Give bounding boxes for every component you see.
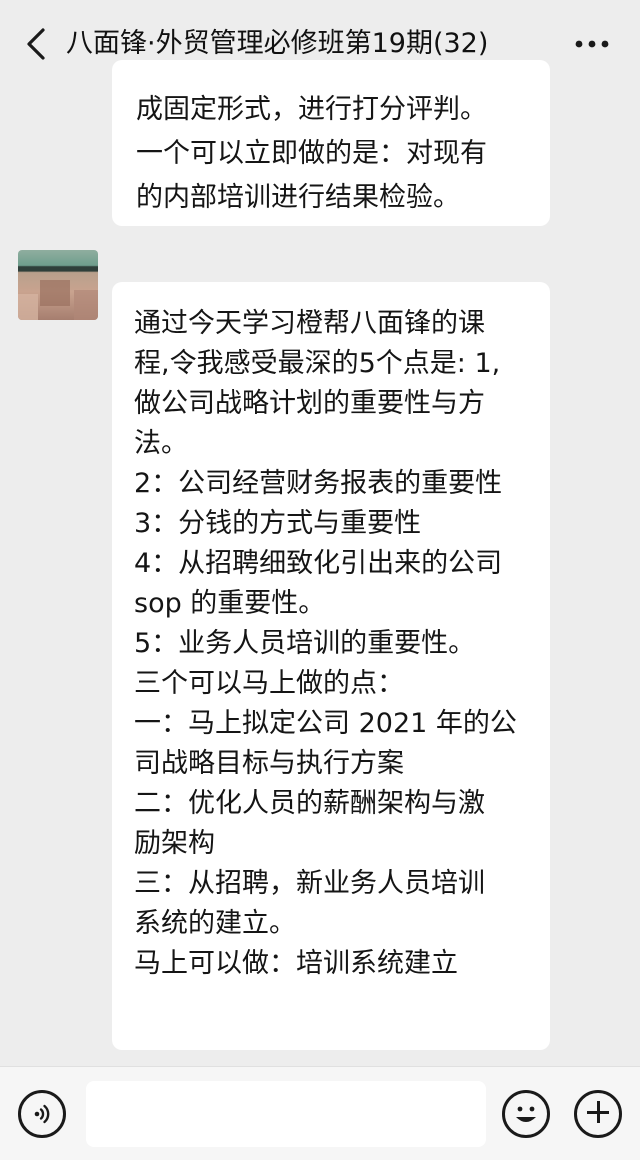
message-line: 2：公司经营财务报表的重要性 [134,468,503,499]
message-line: 一：马上拟定公司 2021 年的公 [134,708,517,739]
more-dots-icon [575,40,609,48]
message-line: 的内部培训进行结果检验。 [136,182,460,213]
chevron-left-icon [27,28,45,60]
message-line: 法。 [134,428,188,459]
voice-button[interactable] [18,1090,66,1138]
message-line: 4：从招聘细致化引出来的公司 [134,548,503,579]
message-line: 成固定形式，进行打分评判。 [136,94,487,125]
message-line: 马上可以做：培训系统建立 [134,948,458,979]
emoji-button[interactable] [502,1090,550,1138]
avatar[interactable] [18,250,98,320]
message-line: 三：从招聘，新业务人员培训 [134,868,485,899]
message-line: 做公司战略计划的重要性与方 [134,388,485,419]
message-input[interactable] [86,1081,486,1147]
message-line: 通过今天学习橙帮八面锋的课 [134,308,485,339]
message-line: 一个可以立即做的是：对现有 [136,138,487,169]
message-line: 二：优化人员的薪酬架构与激 [134,788,485,819]
message-line: 系统的建立。 [134,908,296,939]
message-line: 司战略目标与执行方案 [134,748,404,779]
sender-name [116,254,346,276]
more-button[interactable] [560,22,624,66]
message-line: sop 的重要性。 [134,588,326,619]
plus-button[interactable] [574,1090,622,1138]
message-line: 励架构 [134,828,215,859]
message-line: 程,令我感受最深的5个点是: 1, [134,348,501,379]
emoji-icon [516,1106,536,1122]
message-line: 3：分钱的方式与重要性 [134,508,422,539]
voice-icon [34,1104,50,1124]
back-button[interactable] [14,22,58,66]
message-line: 三个可以马上做的点： [134,668,404,699]
message-line: 5：业务人员培训的重要性。 [134,628,476,659]
chat-screen: 八面锋·外贸管理必修班第19期(32) 成固定形式，进行打分评判。 一个可以立即… [0,0,640,1160]
message-bubble[interactable]: 通过今天学习橙帮八面锋的课 程,令我感受最深的5个点是: 1, 做公司战略计划的… [112,282,550,1050]
message-bubble[interactable]: 成固定形式，进行打分评判。 一个可以立即做的是：对现有 的内部培训进行结果检验。 [112,60,550,226]
